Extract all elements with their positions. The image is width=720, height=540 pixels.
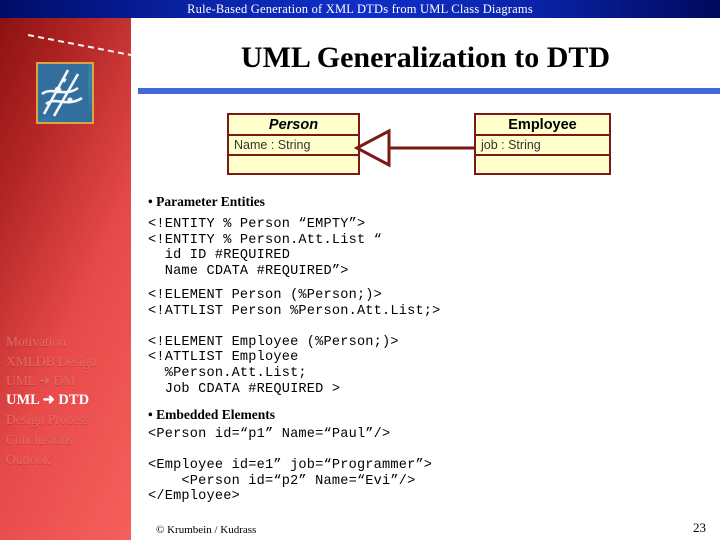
logo-graphic-icon	[38, 64, 88, 118]
sidebar-item-uml-to-dm[interactable]: UML ➜ DM	[6, 371, 131, 391]
sidebar-item-label: Motivation	[6, 334, 66, 349]
sidebar-item-design-process[interactable]: Design Process	[6, 410, 131, 430]
generalization-arrow-icon	[353, 128, 475, 168]
page-number: 23	[693, 520, 706, 535]
sidebar-item-label: Conclusions	[6, 431, 73, 447]
slide-canvas: Rule-Based Generation of XML DTDs from U…	[0, 0, 720, 540]
parameter-entities-code: <!ENTITY % Person “EMPTY”> <!ENTITY % Pe…	[148, 217, 383, 279]
sidebar-item-label: UML ➜ DM	[6, 373, 76, 389]
uml-class-name: Person	[229, 115, 358, 136]
uml-class-operations	[476, 156, 609, 173]
presentation-logo	[36, 62, 94, 124]
uml-class-person[interactable]: Person Name : String	[227, 113, 360, 175]
sidebar-item-xmldb-design[interactable]: XMLDB Design	[6, 352, 131, 372]
embedded-elements-code: <Person id=“p1” Name=“Paul”/> <Employee …	[148, 427, 433, 505]
sidebar: Motivation XMLDB Design UML ➜ DM UML ➜ D…	[0, 18, 154, 540]
sidebar-item-label: Outlook	[6, 451, 51, 467]
sidebar-nav: Motivation XMLDB Design UML ➜ DM UML ➜ D…	[6, 332, 131, 469]
sidebar-item-uml-to-dtd[interactable]: UML ➜ DTD	[6, 391, 131, 411]
parameter-entities-heading: • Parameter Entities	[148, 194, 265, 209]
sidebar-item-motivation[interactable]: Motivation	[6, 332, 131, 352]
uml-class-operations	[229, 156, 358, 173]
uml-class-name: Employee	[476, 115, 609, 136]
sidebar-item-label: Design Process	[6, 412, 89, 428]
sidebar-item-outlook[interactable]: Outlook	[6, 450, 131, 470]
element-declarations-code: <!ELEMENT Person (%Person;)> <!ATTLIST P…	[148, 288, 441, 397]
uml-class-employee[interactable]: Employee job : String	[474, 113, 611, 175]
embedded-elements-heading: • Embedded Elements	[148, 407, 275, 422]
uml-class-attributes: job : String	[476, 136, 609, 156]
banner-title: Rule-Based Generation of XML DTDs from U…	[187, 2, 533, 16]
slide-body: UML Generalization to DTD Person Name : …	[131, 18, 720, 540]
uml-class-attributes: Name : String	[229, 136, 358, 156]
sidebar-item-label: XMLDB Design	[6, 353, 97, 369]
banner-bar: Rule-Based Generation of XML DTDs from U…	[0, 0, 720, 18]
uml-class-diagram: Person Name : String Employee job : Stri…	[131, 18, 720, 178]
footer-copyright: © Krumbein / Kudrass	[156, 524, 257, 536]
sidebar-item-label: UML ➜ DTD	[6, 391, 90, 408]
sidebar-item-conclusions[interactable]: Conclusions	[6, 430, 131, 450]
